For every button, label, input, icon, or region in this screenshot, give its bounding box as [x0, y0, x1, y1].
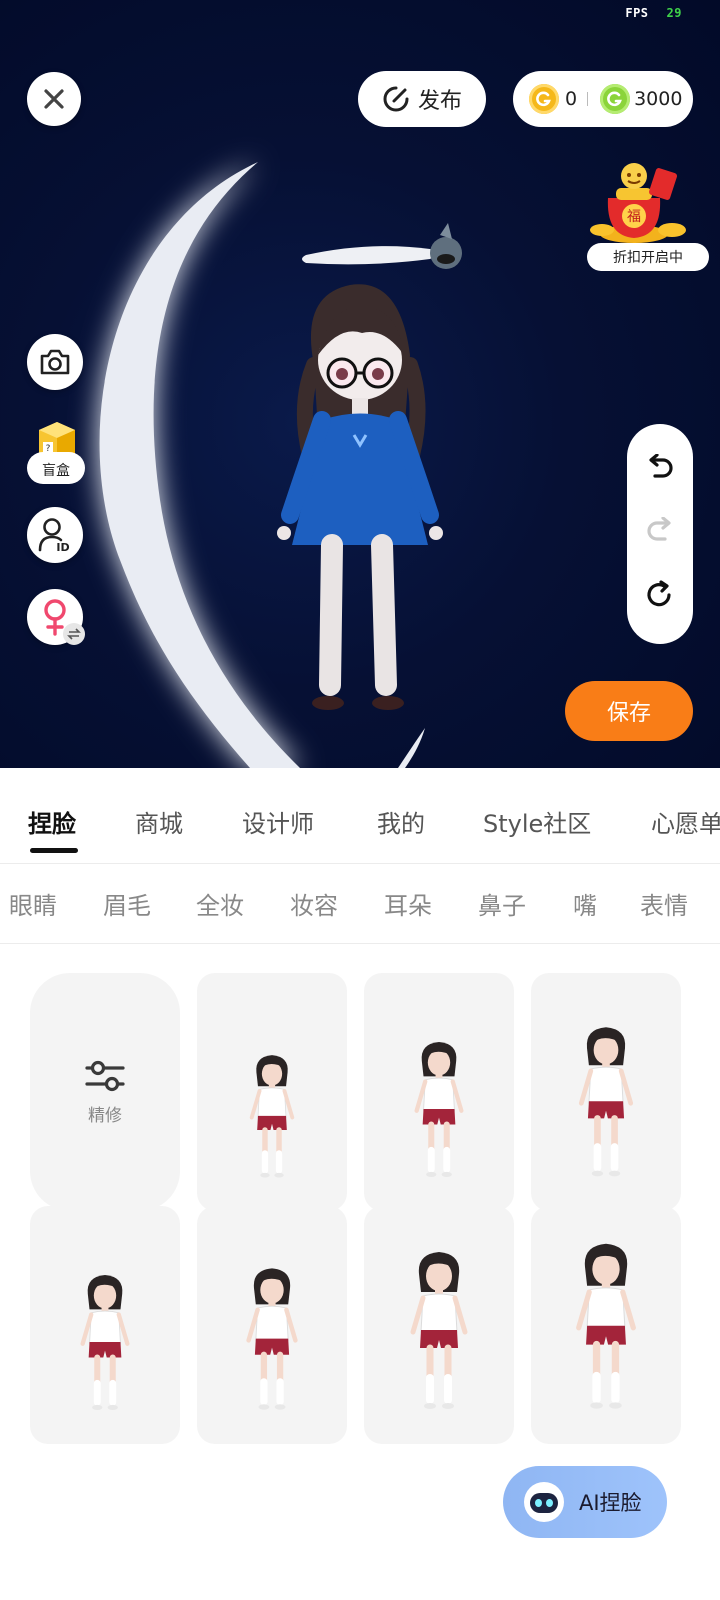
refine-card[interactable]: 精修 — [30, 973, 180, 1211]
history-controls — [627, 424, 693, 644]
subtab-eyebrows[interactable]: 眉毛 — [103, 886, 151, 921]
gold-coin-icon — [529, 84, 559, 114]
active-tab-indicator — [30, 848, 78, 853]
main-tab-bar: 捏脸 商城 设计师 我的 Style社区 心愿单 — [0, 768, 720, 864]
fps-value: 29 — [666, 6, 682, 20]
camera-button[interactable] — [27, 334, 83, 390]
subtab-ears[interactable]: 耳朵 — [384, 886, 432, 921]
swap-icon — [63, 623, 85, 645]
close-icon — [44, 89, 64, 109]
promo-label[interactable]: 折扣开启中 — [587, 243, 709, 271]
publish-icon — [383, 86, 409, 112]
tab-designer[interactable]: 设计师 — [242, 804, 314, 839]
preset-character-thumbnail — [80, 1274, 130, 1410]
green-coin-value: 3000 — [634, 88, 683, 110]
currency-balance[interactable]: 0 3000 — [513, 71, 693, 127]
save-button[interactable]: 保存 — [565, 681, 693, 741]
fps-label: FPS — [625, 6, 649, 20]
reset-icon — [647, 580, 671, 607]
subtab-expression[interactable]: 表情 — [640, 886, 688, 921]
subtab-mouth[interactable]: 嘴 — [573, 886, 597, 921]
preset-card[interactable] — [364, 973, 514, 1211]
preset-character-thumbnail — [246, 1268, 298, 1410]
preset-character-thumbnail — [576, 1243, 636, 1409]
refine-label: 精修 — [88, 1105, 122, 1126]
close-button[interactable] — [27, 72, 81, 126]
svg-text:ID: ID — [56, 541, 69, 553]
currency-divider — [587, 92, 589, 106]
sliders-icon — [85, 1060, 125, 1091]
robot-icon — [524, 1482, 564, 1522]
redo-icon — [647, 516, 671, 541]
fps-counter: FPS 29 — [625, 6, 682, 20]
reset-button[interactable] — [645, 580, 675, 614]
preset-card[interactable] — [197, 973, 347, 1211]
ai-face-button[interactable]: AI捏脸 — [503, 1466, 667, 1538]
svg-text:福: 福 — [627, 209, 641, 225]
preset-character-thumbnail — [410, 1252, 468, 1409]
preset-card[interactable] — [364, 1206, 514, 1444]
tab-style-community[interactable]: Style社区 — [483, 804, 591, 839]
subtab-eyes[interactable]: 眼睛 — [9, 886, 57, 921]
redo-button[interactable] — [645, 516, 675, 549]
gold-coin-value: 0 — [565, 88, 578, 110]
subtab-makeup[interactable]: 妆容 — [290, 886, 338, 921]
tab-wishlist[interactable]: 心愿单 — [651, 804, 720, 839]
subtab-full-makeup[interactable]: 全妆 — [196, 886, 244, 921]
preset-character-thumbnail — [249, 1055, 295, 1178]
ai-face-label: AI捏脸 — [579, 1491, 642, 1515]
user-id-icon: ID — [38, 518, 70, 553]
gender-switch-button[interactable] — [27, 589, 85, 645]
subtab-nose[interactable]: 鼻子 — [478, 886, 526, 921]
preset-card[interactable] — [531, 973, 681, 1211]
publish-label: 发布 — [417, 89, 462, 114]
camera-icon — [40, 349, 70, 375]
tab-mall[interactable]: 商城 — [135, 804, 183, 839]
blind-box-label: 盲盒 — [27, 452, 85, 484]
publish-button[interactable]: 发布 — [358, 71, 486, 127]
preset-card[interactable] — [531, 1206, 681, 1444]
fortune-bag-icon: 福 — [590, 163, 686, 243]
preset-card[interactable] — [197, 1206, 347, 1444]
preset-card[interactable] — [30, 1206, 180, 1444]
tab-mine[interactable]: 我的 — [377, 804, 425, 839]
undo-icon — [649, 453, 673, 478]
preset-character-thumbnail — [578, 1027, 634, 1177]
avatar-character[interactable] — [270, 215, 490, 735]
avatar-scene[interactable]: FPS 29 发布 0 3000 福 折扣开启中 ? 盲盒 ID 保存 — [0, 0, 720, 768]
undo-button[interactable] — [645, 453, 675, 486]
preset-character-thumbnail — [414, 1041, 464, 1177]
tab-face[interactable]: 捏脸 — [28, 804, 76, 839]
avatar-id-button[interactable]: ID — [27, 507, 83, 563]
green-coin-icon — [600, 84, 631, 114]
sub-tab-bar: 眼睛 眉毛 全妆 妆容 耳朵 鼻子 嘴 表情 — [0, 864, 720, 944]
